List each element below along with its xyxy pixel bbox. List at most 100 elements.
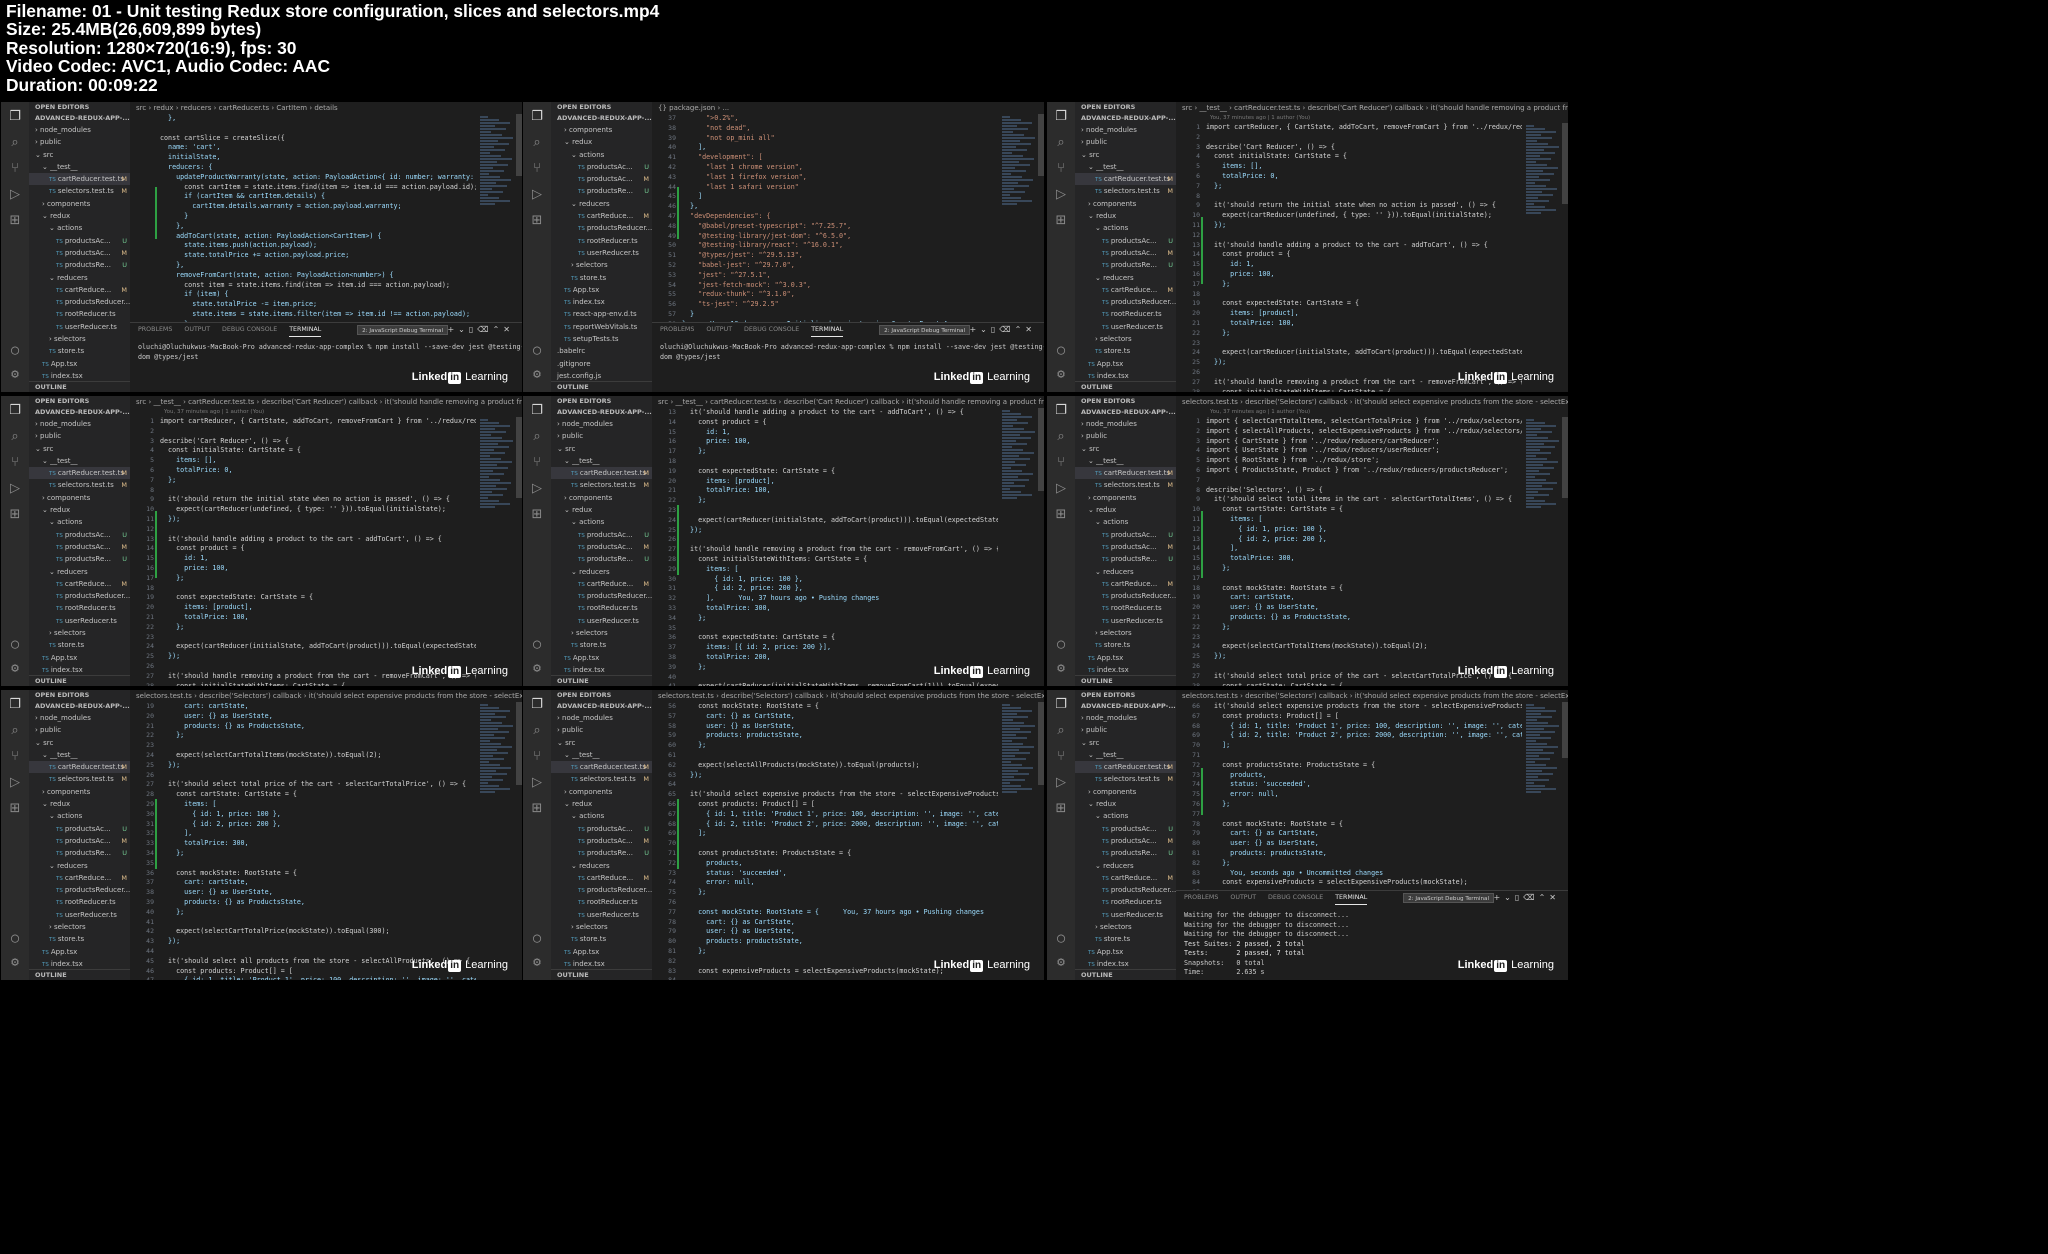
explorer-item[interactable]: TS productsReducer... — [1075, 884, 1176, 896]
explorer-item[interactable]: TS cartReduce... M — [551, 210, 652, 222]
explorer-item[interactable]: TS userReducer.ts — [29, 615, 130, 627]
files-icon[interactable]: ❐ — [531, 110, 543, 124]
minimap[interactable] — [1526, 704, 1560, 794]
explorer-item[interactable]: ⌄ actions — [29, 516, 130, 528]
source-control-icon[interactable]: ⑂ — [11, 162, 19, 176]
explorer-item[interactable]: TS rootReducer.ts — [29, 896, 130, 908]
minimap[interactable] — [480, 116, 514, 206]
explorer-item[interactable]: ⌄ reducers — [29, 860, 130, 872]
explorer-item[interactable]: TS productsAc... U — [551, 823, 652, 835]
explorer-item[interactable]: ⌄ actions — [1075, 516, 1176, 528]
project-root-header[interactable]: ADVANCED-REDUX-APP-... — [1075, 701, 1176, 712]
outline-header[interactable]: OUTLINE — [551, 969, 652, 980]
explorer-item[interactable]: › components — [29, 786, 130, 798]
panel-tab-terminal[interactable]: TERMINAL — [811, 323, 844, 337]
source-control-icon[interactable]: ⑂ — [11, 456, 19, 470]
minimap[interactable] — [480, 704, 514, 794]
explorer-item[interactable]: › public — [1075, 724, 1176, 736]
project-root-header[interactable]: ADVANCED-REDUX-APP-... — [551, 113, 652, 124]
explorer-item[interactable]: TS cartReducer.test.ts M — [551, 467, 652, 480]
open-editors-header[interactable]: OPEN EDITORS — [1075, 396, 1176, 407]
git-blame-lens[interactable]: You, 37 minutes ago | 1 author (You) — [1176, 114, 1568, 123]
explorer-item[interactable]: ⌄ reducers — [551, 860, 652, 872]
files-icon[interactable]: ❐ — [531, 698, 543, 712]
explorer-item[interactable]: TS App.tsx — [29, 358, 130, 370]
explorer-item[interactable]: ⌄ actions — [551, 516, 652, 528]
git-blame-lens[interactable]: You, 37 minutes ago | 1 author (You) — [1176, 408, 1568, 417]
explorer-item[interactable]: TS store.ts — [29, 933, 130, 945]
source-control-icon[interactable]: ⑂ — [533, 750, 541, 764]
explorer-item[interactable]: › public — [1075, 136, 1176, 148]
run-debug-icon[interactable]: ▷ — [10, 776, 20, 790]
code-editor[interactable]: 1 2 3 4 5 6 7 8 9 10 11 12 13 14 15 16 17 18 19 20 21 22 23 24 2… — [130, 417, 522, 686]
explorer-item[interactable]: TS productsAc... U — [551, 529, 652, 541]
explorer-item[interactable]: TS productsAc... U — [1075, 529, 1176, 541]
explorer-item[interactable]: TS selectors.test.ts M — [29, 185, 130, 197]
run-debug-icon[interactable]: ▷ — [10, 482, 20, 496]
files-icon[interactable]: ❐ — [9, 698, 21, 712]
panel-tab-debug-console[interactable]: DEBUG CONSOLE — [222, 323, 277, 337]
open-editors-header[interactable]: OPEN EDITORS — [1075, 690, 1176, 701]
explorer-item[interactable]: TS productsRe... U — [1075, 847, 1176, 859]
explorer-item[interactable]: › node_modules — [29, 418, 130, 430]
outline-header[interactable]: OUTLINE — [1075, 381, 1176, 392]
explorer-item[interactable]: ⌄ reducers — [1075, 566, 1176, 578]
explorer-item[interactable]: TS App.tsx — [29, 652, 130, 664]
outline-header[interactable]: OUTLINE — [1075, 675, 1176, 686]
account-icon[interactable]: ◯ — [11, 343, 19, 358]
explorer-item[interactable]: ⌄ __test__ — [29, 161, 130, 173]
explorer-item[interactable]: TS cartReduce... M — [29, 284, 130, 296]
explorer-item[interactable]: ⌄ src — [29, 149, 130, 161]
panel-tab-output[interactable]: OUTPUT — [706, 323, 732, 337]
explorer-item[interactable]: › selectors — [1075, 627, 1176, 639]
editor-scrollbar[interactable] — [1562, 702, 1568, 759]
explorer-item[interactable]: TS store.ts — [551, 272, 652, 284]
explorer-item[interactable]: TS selectors.test.ts M — [29, 773, 130, 785]
outline-header[interactable]: OUTLINE — [29, 381, 130, 392]
explorer-item[interactable]: .gitignore — [551, 358, 652, 370]
explorer-item[interactable]: › node_modules — [1075, 124, 1176, 136]
code-editor[interactable]: 1 2 3 4 5 6 7 8 9 10 11 12 13 14 15 16 17 18 19 20 21 22 23 24 2… — [1176, 123, 1568, 392]
explorer-item[interactable]: TS productsRe... U — [551, 553, 652, 565]
explorer-item[interactable]: TS App.tsx — [1075, 946, 1176, 958]
explorer-item[interactable]: TS store.ts — [551, 933, 652, 945]
explorer-item[interactable]: TS productsRe... U — [29, 553, 130, 565]
explorer-item[interactable]: › components — [551, 124, 652, 136]
explorer-item[interactable]: TS productsAc... M — [551, 835, 652, 847]
editor-scrollbar[interactable] — [1562, 417, 1568, 498]
explorer-item[interactable]: TS rootReducer.ts — [29, 602, 130, 614]
code-editor[interactable]: 1 2 3 4 5 6 7 8 9 10 11 12 13 14 15 16 17 18 19 20 21 22 23 24 2… — [1176, 417, 1568, 686]
run-debug-icon[interactable]: ▷ — [1056, 482, 1066, 496]
explorer-item[interactable]: TS productsReducer... — [551, 884, 652, 896]
explorer-item[interactable]: TS productsRe... U — [29, 259, 130, 271]
explorer-item[interactable]: ⌄ actions — [29, 222, 130, 234]
explorer-item[interactable]: › components — [1075, 786, 1176, 798]
explorer-item[interactable]: › node_modules — [551, 418, 652, 430]
explorer-item[interactable]: › selectors — [551, 627, 652, 639]
minimap[interactable] — [480, 419, 514, 509]
explorer-item[interactable]: TS userReducer.ts — [551, 615, 652, 627]
source-control-icon[interactable]: ⑂ — [533, 456, 541, 470]
explorer-item[interactable]: TS cartReduce... M — [551, 578, 652, 590]
explorer-item[interactable]: › components — [551, 492, 652, 504]
explorer-item[interactable]: TS productsRe... U — [551, 185, 652, 197]
panel-tab-problems[interactable]: PROBLEMS — [1184, 891, 1218, 905]
explorer-item[interactable]: TS cartReducer.test.ts M — [29, 173, 130, 186]
gear-icon[interactable]: ⚙ — [1057, 367, 1065, 382]
explorer-item[interactable]: TS App.tsx — [29, 946, 130, 958]
explorer-item[interactable]: ⌄ src — [1075, 737, 1176, 749]
source-control-icon[interactable]: ⑂ — [533, 162, 541, 176]
account-icon[interactable]: ◯ — [533, 931, 541, 946]
explorer-item[interactable]: TS cartReduce... M — [29, 578, 130, 590]
explorer-item[interactable]: TS productsRe... U — [551, 847, 652, 859]
explorer-item[interactable]: TS productsRe... U — [29, 847, 130, 859]
explorer-item[interactable]: TS store.ts — [1075, 345, 1176, 357]
explorer-item[interactable]: TS userReducer.ts — [29, 321, 130, 333]
breadcrumb[interactable]: selectors.test.ts › describe('Selectors'… — [652, 690, 1044, 702]
search-icon[interactable]: ⌕ — [1057, 430, 1064, 444]
account-icon[interactable]: ◯ — [533, 637, 541, 652]
search-icon[interactable]: ⌕ — [11, 430, 18, 444]
explorer-item[interactable]: TS productsRe... U — [1075, 553, 1176, 565]
outline-header[interactable]: OUTLINE — [29, 675, 130, 686]
outline-header[interactable]: OUTLINE — [551, 381, 652, 392]
